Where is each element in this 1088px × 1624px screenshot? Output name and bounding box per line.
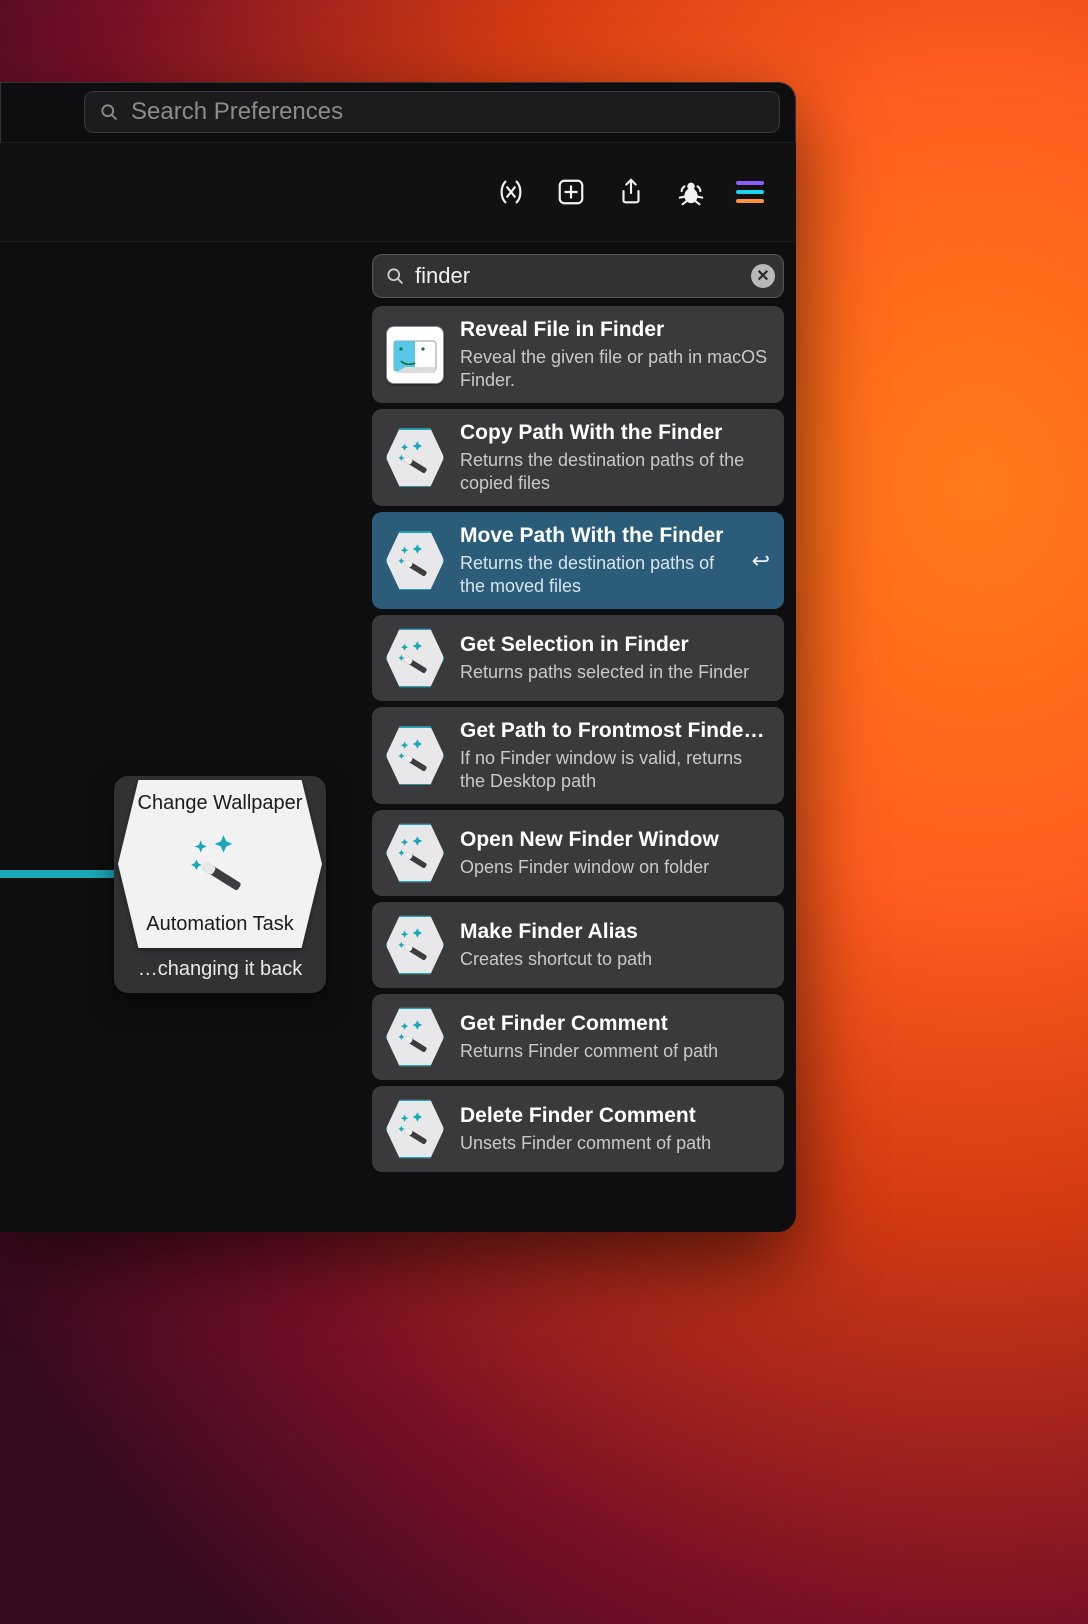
menu-icon[interactable] [736, 181, 764, 203]
action-search-input[interactable] [415, 263, 741, 289]
action-result-title: Get Selection in Finder [460, 633, 770, 657]
automation-icon [384, 822, 446, 884]
action-result-desc: Returns Finder comment of path [460, 1040, 770, 1063]
action-result-desc: Unsets Finder comment of path [460, 1132, 770, 1155]
preferences-search[interactable] [84, 91, 780, 133]
action-result[interactable]: Delete Finder Comment Unsets Finder comm… [372, 1086, 784, 1172]
variable-icon[interactable] [496, 177, 526, 207]
wand-icon [185, 833, 255, 895]
action-results-list: Reveal File in Finder Reveal the given f… [372, 306, 784, 1220]
action-result[interactable]: Copy Path With the Finder Returns the de… [372, 409, 784, 506]
workflow-node-title: Change Wallpaper [138, 792, 303, 815]
automation-icon [384, 427, 446, 489]
action-result-title: Copy Path With the Finder [460, 421, 770, 445]
action-result-title: Make Finder Alias [460, 920, 770, 944]
workflow-node-subtitle: Automation Task [146, 913, 294, 936]
automation-icon [384, 1006, 446, 1068]
action-result[interactable]: Get Selection in Finder Returns paths se… [372, 615, 784, 701]
action-result[interactable]: Make Finder Alias Creates shortcut to pa… [372, 902, 784, 988]
action-search-panel: ✕ Reveal File in Finder Reveal the given… [372, 254, 784, 1220]
action-result-desc: If no Finder window is valid, returns th… [460, 747, 770, 792]
action-result[interactable]: Reveal File in Finder Reveal the given f… [372, 306, 784, 403]
workflow-canvas[interactable]: Change Wallpaper Automation Task [0, 242, 796, 1232]
node-connector [0, 870, 130, 878]
action-result-desc: Returns paths selected in the Finder [460, 661, 770, 684]
workflow-node-caption: …changing it back [118, 948, 322, 989]
clear-search-icon[interactable]: ✕ [751, 264, 775, 288]
automation-icon [384, 530, 446, 592]
action-result[interactable]: Open New Finder Window Opens Finder wind… [372, 810, 784, 896]
action-result[interactable]: Get Path to Frontmost Finder W… If no Fi… [372, 707, 784, 804]
preferences-search-input[interactable] [131, 98, 765, 126]
automation-icon [384, 1098, 446, 1160]
action-result-title: Get Finder Comment [460, 1012, 770, 1036]
titlebar [0, 82, 796, 142]
finder-icon [384, 324, 446, 386]
action-result-desc: Reveal the given file or path in macOS F… [460, 346, 770, 391]
return-icon: ↩ [752, 548, 770, 574]
add-icon[interactable] [556, 177, 586, 207]
workflow-node[interactable]: Change Wallpaper Automation Task [114, 776, 326, 993]
workflow-node-body[interactable]: Change Wallpaper Automation Task [118, 780, 322, 948]
automation-icon [384, 914, 446, 976]
action-result-desc: Opens Finder window on folder [460, 856, 770, 879]
app-window: Change Wallpaper Automation Task [0, 82, 796, 1232]
action-result-title: Open New Finder Window [460, 828, 770, 852]
action-search[interactable]: ✕ [372, 254, 784, 298]
search-icon [385, 266, 405, 286]
editor-toolbar [0, 142, 796, 242]
search-icon [99, 102, 119, 122]
action-result[interactable]: Move Path With the Finder Returns the de… [372, 512, 784, 609]
action-result[interactable]: Get Finder Comment Returns Finder commen… [372, 994, 784, 1080]
action-result-title: Reveal File in Finder [460, 318, 770, 342]
action-result-desc: Returns the destination paths of the mov… [460, 552, 732, 597]
share-icon[interactable] [616, 177, 646, 207]
automation-icon [384, 725, 446, 787]
debug-icon[interactable] [676, 177, 706, 207]
action-result-title: Delete Finder Comment [460, 1104, 770, 1128]
automation-icon [384, 627, 446, 689]
action-result-title: Move Path With the Finder [460, 524, 732, 548]
action-result-desc: Creates shortcut to path [460, 948, 770, 971]
action-result-desc: Returns the destination paths of the cop… [460, 449, 770, 494]
action-result-title: Get Path to Frontmost Finder W… [460, 719, 770, 743]
